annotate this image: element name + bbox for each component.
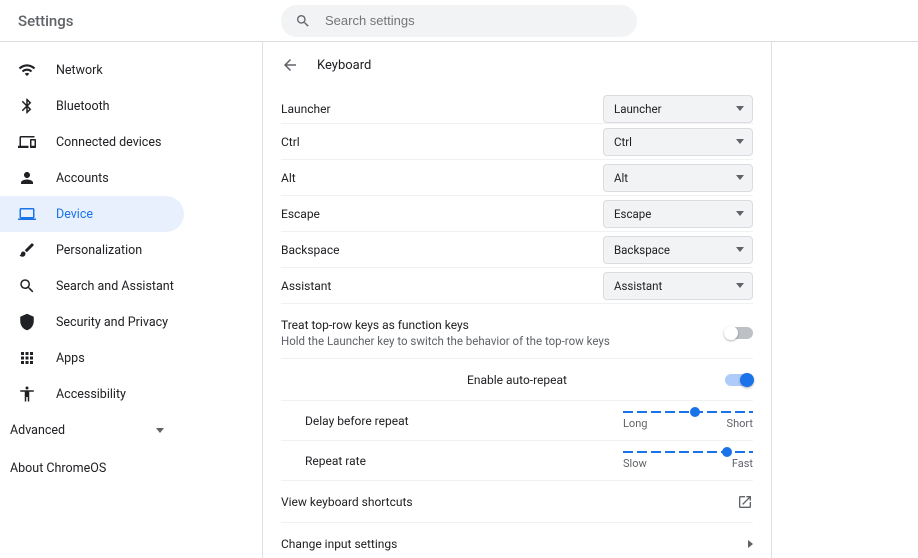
- rate-hi: Fast: [732, 457, 753, 470]
- sidebar-item-label: Personalization: [56, 243, 142, 258]
- select-value: Backspace: [614, 243, 670, 257]
- delay-lo: Long: [623, 417, 647, 430]
- select-value: Assistant: [614, 279, 662, 293]
- key-label: Assistant: [281, 279, 331, 293]
- key-select-alt[interactable]: Alt: [603, 164, 753, 192]
- sidebar-item-label: Connected devices: [56, 135, 161, 150]
- sidebar-item-search-and-assistant[interactable]: Search and Assistant: [0, 268, 184, 304]
- auto-repeat-row: Enable auto-repeat: [281, 359, 753, 401]
- delay-slider[interactable]: [623, 411, 753, 413]
- key-row-escape: Escape Escape: [281, 196, 753, 232]
- delay-slider-row: Delay before repeat Long Short: [281, 401, 753, 441]
- sidebar-item-apps[interactable]: Apps: [0, 340, 184, 376]
- sidebar: Network Bluetooth Connected devices Account…: [0, 42, 262, 558]
- accessibility-icon: [18, 385, 36, 403]
- sidebar-item-accessibility[interactable]: Accessibility: [0, 376, 184, 412]
- sidebar-item-connected-devices[interactable]: Connected devices: [0, 124, 184, 160]
- key-select-escape[interactable]: Escape: [603, 200, 753, 228]
- chevron-down-icon: [736, 211, 744, 216]
- select-value: Alt: [614, 171, 628, 185]
- key-select-ctrl[interactable]: Ctrl: [603, 128, 753, 156]
- sidebar-item-label: Device: [56, 207, 93, 222]
- brush-icon: [18, 241, 36, 259]
- key-label: Escape: [281, 207, 320, 221]
- rate-label: Repeat rate: [305, 454, 366, 468]
- key-label: Alt: [281, 171, 296, 185]
- panel-title: Keyboard: [317, 58, 371, 73]
- sidebar-item-label: Search and Assistant: [56, 279, 174, 294]
- external-link-icon: [737, 494, 753, 510]
- search-input[interactable]: [325, 13, 623, 28]
- sidebar-item-device[interactable]: Device: [0, 196, 184, 232]
- search-icon: [18, 277, 36, 295]
- change-input-link[interactable]: Change input settings: [281, 523, 753, 558]
- sidebar-item-bluetooth[interactable]: Bluetooth: [0, 88, 184, 124]
- sidebar-item-label: Network: [56, 63, 103, 78]
- key-row-assistant: Assistant Assistant: [281, 268, 753, 304]
- wifi-icon: [18, 61, 36, 79]
- delay-hi: Short: [727, 417, 753, 430]
- select-value: Launcher: [614, 102, 662, 116]
- key-select-assistant[interactable]: Assistant: [603, 272, 753, 300]
- search-icon: [295, 13, 311, 29]
- view-shortcuts-link[interactable]: View keyboard shortcuts: [281, 481, 753, 523]
- key-select-backspace[interactable]: Backspace: [603, 236, 753, 264]
- back-icon[interactable]: [281, 56, 299, 74]
- rate-lo: Slow: [623, 457, 647, 470]
- devices-icon: [18, 133, 36, 151]
- key-row-launcher: Launcher Launcher: [281, 88, 753, 124]
- chevron-down-icon: [736, 139, 744, 144]
- select-value: Escape: [614, 207, 651, 221]
- sidebar-item-label: Apps: [56, 351, 85, 366]
- top-row-label: Treat top-row keys as function keys: [281, 318, 469, 332]
- sidebar-item-label: Bluetooth: [56, 99, 110, 114]
- chevron-down-icon: [736, 247, 744, 252]
- sidebar-advanced[interactable]: Advanced: [0, 412, 184, 448]
- rate-slider-row: Repeat rate Slow Fast: [281, 441, 753, 481]
- sidebar-about[interactable]: About ChromeOS: [0, 448, 262, 488]
- chevron-right-icon: [748, 540, 753, 548]
- key-row-ctrl: Ctrl Ctrl: [281, 124, 753, 160]
- top-row-keys-row: Treat top-row keys as function keys Hold…: [281, 308, 753, 359]
- chevron-down-icon: [736, 283, 744, 288]
- delay-label: Delay before repeat: [305, 414, 409, 428]
- chevron-down-icon: [736, 106, 744, 111]
- select-value: Ctrl: [614, 135, 632, 149]
- key-row-alt: Alt Alt: [281, 160, 753, 196]
- key-select-launcher[interactable]: Launcher: [603, 95, 753, 123]
- chevron-down-icon: [156, 428, 164, 433]
- apps-icon: [18, 349, 36, 367]
- key-label: Ctrl: [281, 135, 300, 149]
- rate-slider[interactable]: [623, 451, 753, 453]
- advanced-label: Advanced: [10, 423, 65, 438]
- settings-panel: Keyboard Launcher Launcher Ctrl Ctrl Alt…: [262, 42, 772, 558]
- key-row-backspace: Backspace Backspace: [281, 232, 753, 268]
- laptop-icon: [18, 205, 36, 223]
- search-bar[interactable]: [281, 5, 637, 37]
- bluetooth-icon: [18, 97, 36, 115]
- auto-repeat-toggle[interactable]: [725, 374, 753, 386]
- key-label: Backspace: [281, 243, 339, 257]
- auto-repeat-label: Enable auto-repeat: [467, 373, 567, 387]
- sidebar-item-label: Accounts: [56, 171, 109, 186]
- chevron-down-icon: [736, 175, 744, 180]
- sidebar-item-label: Security and Privacy: [56, 315, 168, 330]
- person-icon: [18, 169, 36, 187]
- top-row-sub: Hold the Launcher key to switch the beha…: [281, 334, 610, 348]
- shield-icon: [18, 313, 36, 331]
- sidebar-item-security-and-privacy[interactable]: Security and Privacy: [0, 304, 184, 340]
- sidebar-item-network[interactable]: Network: [0, 52, 184, 88]
- page-header-title: Settings: [18, 12, 74, 30]
- top-row-toggle[interactable]: [725, 327, 753, 339]
- change-input-label: Change input settings: [281, 537, 397, 551]
- key-label: Launcher: [281, 102, 331, 116]
- sidebar-item-label: Accessibility: [56, 387, 126, 402]
- view-shortcuts-label: View keyboard shortcuts: [281, 495, 413, 509]
- sidebar-item-accounts[interactable]: Accounts: [0, 160, 184, 196]
- sidebar-item-personalization[interactable]: Personalization: [0, 232, 184, 268]
